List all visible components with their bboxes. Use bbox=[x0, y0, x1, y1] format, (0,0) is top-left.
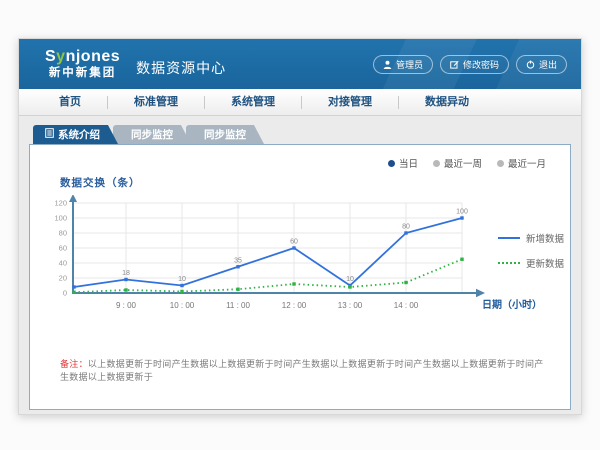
svg-text:9 : 00: 9 : 00 bbox=[116, 301, 137, 310]
svg-text:35: 35 bbox=[234, 257, 242, 264]
edit-icon bbox=[450, 60, 459, 69]
x-axis-title: 日期（小时） bbox=[482, 296, 542, 311]
svg-text:12 : 00: 12 : 00 bbox=[282, 301, 307, 310]
svg-text:14 : 00: 14 : 00 bbox=[394, 301, 419, 310]
radio-last-month[interactable]: 最近一月 bbox=[497, 156, 546, 170]
tab-label: 系统介绍 bbox=[58, 127, 100, 142]
logo-part1: S bbox=[45, 48, 56, 65]
user-button[interactable]: 管理员 bbox=[373, 55, 433, 74]
tab-bar: 系统介绍 同步监控 同步监控 bbox=[33, 125, 571, 144]
svg-text:10: 10 bbox=[178, 276, 186, 283]
nav-item-interface-management[interactable]: 对接管理 bbox=[302, 96, 399, 109]
radio-label: 最近一月 bbox=[508, 156, 546, 170]
radio-today[interactable]: 当日 bbox=[388, 156, 418, 170]
svg-text:80: 80 bbox=[402, 224, 410, 231]
note-prefix: 备注： bbox=[60, 359, 88, 369]
radio-label: 最近一周 bbox=[444, 156, 482, 170]
svg-text:100: 100 bbox=[456, 209, 468, 216]
svg-text:10: 10 bbox=[346, 276, 354, 283]
nav-item-standard-management[interactable]: 标准管理 bbox=[108, 96, 205, 109]
line-chart: 0 20 40 60 80 100 120 9 : 00 10 : 00 11 : 00 12 : … bbox=[46, 195, 491, 325]
document-icon bbox=[45, 128, 54, 141]
logo-part2: njones bbox=[66, 48, 121, 65]
radio-dot bbox=[433, 160, 440, 167]
logo-wordmark: Synjones bbox=[45, 49, 120, 66]
radio-last-week[interactable]: 最近一周 bbox=[433, 156, 482, 170]
radio-dot-selected bbox=[388, 160, 395, 167]
legend-line-dotted bbox=[498, 262, 520, 264]
logo-subtitle: 新中新集团 bbox=[45, 67, 120, 79]
nav-item-home[interactable]: 首页 bbox=[33, 96, 108, 109]
user-icon bbox=[383, 60, 392, 69]
tab-sync-monitor-1[interactable]: 同步监控 bbox=[113, 125, 191, 144]
chart-legend: 新增数据 更新数据 bbox=[498, 231, 564, 270]
power-icon bbox=[526, 60, 535, 69]
svg-text:60: 60 bbox=[290, 239, 298, 246]
svg-text:120: 120 bbox=[54, 199, 67, 208]
tab-system-intro[interactable]: 系统介绍 bbox=[33, 125, 118, 144]
change-password-button[interactable]: 修改密码 bbox=[440, 55, 509, 74]
change-password-label: 修改密码 bbox=[463, 58, 499, 71]
svg-text:40: 40 bbox=[59, 259, 67, 268]
main-nav: 首页 标准管理 系统管理 对接管理 数据异动 bbox=[19, 89, 581, 116]
svg-text:20: 20 bbox=[59, 274, 67, 283]
date-range-radios: 当日 最近一周 最近一月 bbox=[388, 156, 546, 170]
svg-text:0: 0 bbox=[63, 289, 67, 298]
legend-line-solid bbox=[498, 237, 520, 239]
svg-text:18: 18 bbox=[122, 270, 130, 277]
radio-dot bbox=[497, 160, 504, 167]
logout-button[interactable]: 退出 bbox=[516, 55, 567, 74]
legend-label: 新增数据 bbox=[526, 231, 564, 245]
logo-accent: y bbox=[56, 48, 65, 65]
header-actions: 管理员 修改密码 退出 bbox=[373, 55, 567, 74]
svg-text:10 : 00: 10 : 00 bbox=[170, 301, 195, 310]
header: Synjones 新中新集团 数据资源中心 管理员 修改密码 退出 bbox=[19, 39, 581, 89]
page-title: 数据资源中心 bbox=[136, 58, 226, 78]
tab-label: 同步监控 bbox=[131, 127, 173, 142]
nav-item-system-management[interactable]: 系统管理 bbox=[205, 96, 302, 109]
user-label: 管理员 bbox=[396, 58, 423, 71]
svg-text:13 : 00: 13 : 00 bbox=[338, 301, 363, 310]
legend-item-new-data: 新增数据 bbox=[498, 231, 564, 245]
chart-panel: 当日 最近一周 最近一月 数据交换（条） 0 20 40 60 80 100 120 9 : … bbox=[29, 144, 571, 410]
radio-label: 当日 bbox=[399, 156, 418, 170]
svg-text:11 : 00: 11 : 00 bbox=[226, 301, 250, 310]
logo-synjones: Synjones 新中新集团 bbox=[45, 49, 120, 79]
y-axis-title: 数据交换（条） bbox=[60, 175, 141, 190]
svg-text:80: 80 bbox=[59, 229, 67, 238]
legend-label: 更新数据 bbox=[526, 256, 564, 270]
app-window: Synjones 新中新集团 数据资源中心 管理员 修改密码 退出 bbox=[18, 38, 582, 415]
legend-item-updated-data: 更新数据 bbox=[498, 256, 564, 270]
tab-label: 同步监控 bbox=[204, 127, 246, 142]
tab-sync-monitor-2[interactable]: 同步监控 bbox=[186, 125, 264, 144]
footer-note: 备注：以上数据更新于时间产生数据以上数据更新于时间产生数据以上数据更新于时间产生… bbox=[60, 357, 552, 383]
note-text: 以上数据更新于时间产生数据以上数据更新于时间产生数据以上数据更新于时间产生数据以… bbox=[60, 359, 544, 382]
content-area: 系统介绍 同步监控 同步监控 当日 最近一周 bbox=[19, 116, 581, 410]
svg-text:60: 60 bbox=[59, 244, 67, 253]
nav-item-data-change[interactable]: 数据异动 bbox=[399, 96, 495, 109]
logout-label: 退出 bbox=[539, 58, 557, 71]
svg-text:100: 100 bbox=[54, 214, 67, 223]
